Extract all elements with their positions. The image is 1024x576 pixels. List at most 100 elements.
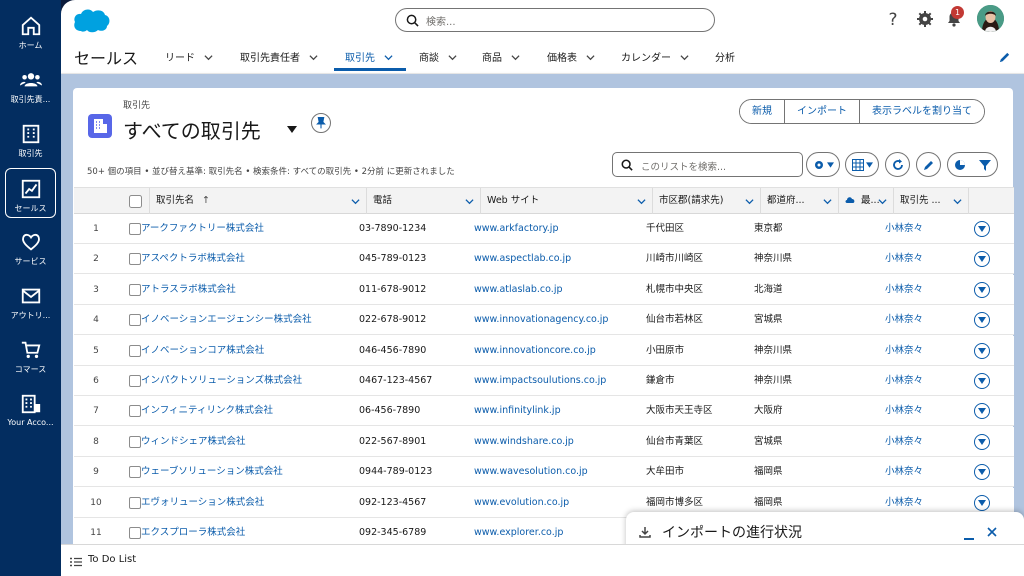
user-avatar[interactable] <box>977 5 1004 32</box>
column-header-prefecture[interactable]: 都道府... <box>761 188 839 214</box>
minimize-icon[interactable] <box>964 538 974 540</box>
column-header-account-name[interactable]: 取引先名 ↑ <box>149 188 367 214</box>
tab-analytics[interactable]: 分析 <box>715 49 735 64</box>
website-link[interactable]: www.innovationcore.co.jp <box>474 336 596 366</box>
account-owner-link[interactable]: 小林奈々 <box>885 427 923 457</box>
account-name-link[interactable]: インパクトソリューションズ株式会社 <box>141 366 302 396</box>
tab-leads[interactable]: リード <box>165 49 213 64</box>
website-link[interactable]: www.innovationagency.co.jp <box>474 305 608 335</box>
chart-icon[interactable] <box>954 159 966 171</box>
row-checkbox[interactable] <box>129 223 141 235</box>
import-button[interactable]: インポート <box>785 100 860 123</box>
chevron-down-icon[interactable] <box>637 197 646 206</box>
rail-item-commerce[interactable]: コマース <box>5 330 56 380</box>
row-actions-button[interactable] <box>974 494 990 511</box>
tab-calendar[interactable]: カレンダー <box>621 49 689 64</box>
pin-list-button[interactable] <box>311 113 331 133</box>
account-name-link[interactable]: アトラスラボ株式会社 <box>141 275 236 305</box>
list-view-title[interactable]: すべての取引先 <box>123 115 261 144</box>
website-link[interactable]: www.arkfactory.jp <box>474 214 558 244</box>
chevron-down-icon[interactable] <box>586 53 595 62</box>
table-row[interactable]: 8 ウィンドシェア株式会社 022-567-8901 www.windshare.co… <box>74 426 1014 457</box>
tab-contacts[interactable]: 取引先責任者 <box>240 49 318 64</box>
row-checkbox[interactable] <box>129 405 141 418</box>
new-button[interactable]: 新規 <box>740 100 785 123</box>
account-owner-link[interactable]: 小林奈々 <box>885 396 923 426</box>
website-link[interactable]: www.evolution.co.jp <box>474 488 569 518</box>
row-checkbox[interactable] <box>129 344 141 357</box>
account-owner-link[interactable]: 小林奈々 <box>885 244 923 274</box>
column-header-billing-city[interactable]: 市区郡(請求先) <box>653 188 761 214</box>
close-icon[interactable] <box>987 527 997 537</box>
website-link[interactable]: www.atlaslab.co.jp <box>474 275 562 305</box>
filter-icon[interactable] <box>979 159 991 171</box>
table-row[interactable]: 6 インパクトソリューションズ株式会社 0467-123-4567 www.impac… <box>74 366 1014 396</box>
row-checkbox[interactable] <box>129 253 141 266</box>
display-as-button[interactable] <box>845 152 879 177</box>
website-link[interactable]: www.impactsoulutions.co.jp <box>474 366 606 396</box>
row-actions-button[interactable] <box>974 433 990 450</box>
account-owner-link[interactable]: 小林奈々 <box>885 275 923 305</box>
table-row[interactable]: 9 ウェーブソリューション株式会社 0944-789-0123 www.wavesol… <box>74 457 1014 488</box>
chevron-down-icon[interactable] <box>953 197 962 206</box>
rail-item-sales[interactable]: セールス <box>5 168 56 218</box>
chevron-down-icon[interactable] <box>823 197 832 206</box>
account-name-link[interactable]: イノベーションエージェンシー株式会社 <box>141 305 312 335</box>
assign-label-button[interactable]: 表示ラベルを割り当て <box>860 100 984 123</box>
chevron-down-icon[interactable] <box>204 53 213 62</box>
table-row[interactable]: 7 インフィニティリンク株式会社 06-456-7890 www.infinityli… <box>74 396 1014 427</box>
account-name-link[interactable]: ウィンドシェア株式会社 <box>141 427 246 457</box>
rail-item-your-account[interactable]: Your Acco... <box>5 384 56 434</box>
tab-price-books[interactable]: 価格表 <box>547 49 595 64</box>
website-link[interactable]: www.windshare.co.jp <box>474 427 574 457</box>
select-all-checkbox[interactable] <box>129 195 142 208</box>
table-row[interactable]: 3 アトラスラボ株式会社 011-678-9012 www.atlaslab.co.j… <box>74 274 1014 305</box>
row-actions-button[interactable] <box>974 221 990 237</box>
chevron-down-icon[interactable] <box>309 53 318 62</box>
account-owner-link[interactable]: 小林奈々 <box>885 366 923 396</box>
tab-accounts[interactable]: 取引先 <box>345 49 393 64</box>
rail-item-home[interactable]: ホーム <box>5 6 56 56</box>
gear-icon[interactable] <box>916 10 934 28</box>
list-settings-button[interactable] <box>806 152 840 177</box>
row-actions-button[interactable] <box>974 403 990 420</box>
website-link[interactable]: www.aspectlab.co.jp <box>474 244 571 274</box>
chevron-down-icon[interactable] <box>351 197 360 206</box>
chevron-down-icon[interactable] <box>384 53 393 62</box>
row-checkbox[interactable] <box>129 314 141 327</box>
row-actions-button[interactable] <box>974 251 990 268</box>
account-name-link[interactable]: アスペクトラボ株式会社 <box>141 244 245 274</box>
list-search-input[interactable]: このリストを検索... <box>612 152 803 177</box>
row-actions-button[interactable] <box>974 281 990 298</box>
chevron-down-icon[interactable] <box>878 197 887 206</box>
account-owner-link[interactable]: 小林奈々 <box>885 214 923 244</box>
inline-edit-button[interactable] <box>916 152 941 177</box>
account-name-link[interactable]: インフィニティリンク株式会社 <box>141 396 273 426</box>
row-actions-button[interactable] <box>974 373 990 389</box>
row-checkbox[interactable] <box>129 375 141 387</box>
row-actions-button[interactable] <box>974 342 990 359</box>
website-link[interactable]: www.wavesolution.co.jp <box>474 457 588 487</box>
tab-products[interactable]: 商品 <box>482 49 520 64</box>
column-header-account-owner[interactable]: 取引先 ... <box>894 188 969 214</box>
chevron-down-icon[interactable] <box>680 53 689 62</box>
chevron-down-icon[interactable] <box>465 197 474 206</box>
chevron-down-icon[interactable] <box>511 53 520 62</box>
chevron-down-icon[interactable] <box>745 197 754 206</box>
account-name-link[interactable]: ウェーブソリューション株式会社 <box>141 457 283 487</box>
column-header-last-activity[interactable]: 最... <box>839 188 894 214</box>
table-row[interactable]: 5 イノベーションコア株式会社 046-456-7890 www.innovation… <box>74 335 1014 366</box>
rail-item-accounts[interactable]: 取引先 <box>5 114 56 164</box>
todo-list-button[interactable]: To Do List <box>88 554 136 565</box>
rail-item-service[interactable]: サービス <box>5 222 56 272</box>
website-link[interactable]: www.infinitylink.jp <box>474 396 561 426</box>
tab-opportunities[interactable]: 商談 <box>419 49 457 64</box>
rail-item-outreach[interactable]: アウトリ... <box>5 276 56 326</box>
edit-nav-pencil-icon[interactable] <box>998 51 1011 64</box>
row-checkbox[interactable] <box>129 496 141 509</box>
column-header-phone[interactable]: 電話 <box>367 188 481 214</box>
row-checkbox[interactable] <box>129 283 141 296</box>
table-row[interactable]: 1 アークファクトリー株式会社 03-7890-1234 www.arkfactory… <box>74 214 1014 244</box>
account-name-link[interactable]: エヴォリューション株式会社 <box>141 488 264 518</box>
row-checkbox[interactable] <box>129 527 141 539</box>
